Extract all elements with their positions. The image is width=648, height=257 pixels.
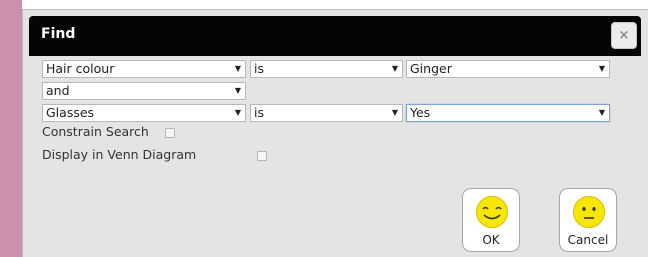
operator-select-2-value: is	[254, 105, 264, 120]
field-select-2-value: Glasses	[46, 105, 95, 120]
field-select-2[interactable]: Glasses ▼	[42, 104, 246, 122]
chevron-down-icon: ▼	[234, 108, 241, 117]
dialog-titlebar: Find ×	[29, 16, 641, 56]
constrain-search-label: Constrain Search	[42, 124, 149, 139]
value-select-2[interactable]: Yes ▼	[406, 104, 610, 122]
field-select-1-value: Hair colour	[46, 61, 115, 76]
chevron-down-icon: ▼	[391, 108, 398, 117]
constrain-search-checkbox[interactable]	[165, 128, 175, 138]
find-dialog: Find × Hair colour ▼ is ▼ Ginger ▼ and ▼…	[22, 9, 648, 257]
ok-button[interactable]: OK	[462, 188, 520, 252]
operator-select-1-value: is	[254, 61, 264, 76]
operator-select-2[interactable]: is ▼	[250, 104, 403, 122]
cancel-button-label: Cancel	[567, 233, 609, 247]
background-strip	[0, 0, 22, 257]
venn-diagram-label: Display in Venn Diagram	[42, 147, 197, 162]
venn-diagram-checkbox[interactable]	[257, 151, 267, 161]
value-select-1-value: Ginger	[410, 61, 452, 76]
connector-select-value: and	[46, 83, 70, 98]
cancel-button[interactable]: Cancel	[559, 188, 617, 252]
operator-select-1[interactable]: is ▼	[250, 60, 403, 78]
chevron-down-icon: ▼	[234, 64, 241, 73]
dialog-title: Find	[41, 26, 76, 42]
smiley-neutral-icon	[573, 196, 605, 228]
value-select-1[interactable]: Ginger ▼	[406, 60, 610, 78]
close-button[interactable]: ×	[611, 22, 637, 49]
ok-button-label: OK	[482, 233, 500, 247]
chevron-down-icon: ▼	[598, 108, 605, 117]
chevron-down-icon: ▼	[234, 86, 241, 95]
field-select-1[interactable]: Hair colour ▼	[42, 60, 246, 78]
chevron-down-icon: ▼	[598, 64, 605, 73]
value-select-2-value: Yes	[410, 105, 431, 120]
chevron-down-icon: ▼	[391, 64, 398, 73]
connector-select[interactable]: and ▼	[42, 82, 246, 100]
smiley-happy-icon	[476, 196, 508, 228]
